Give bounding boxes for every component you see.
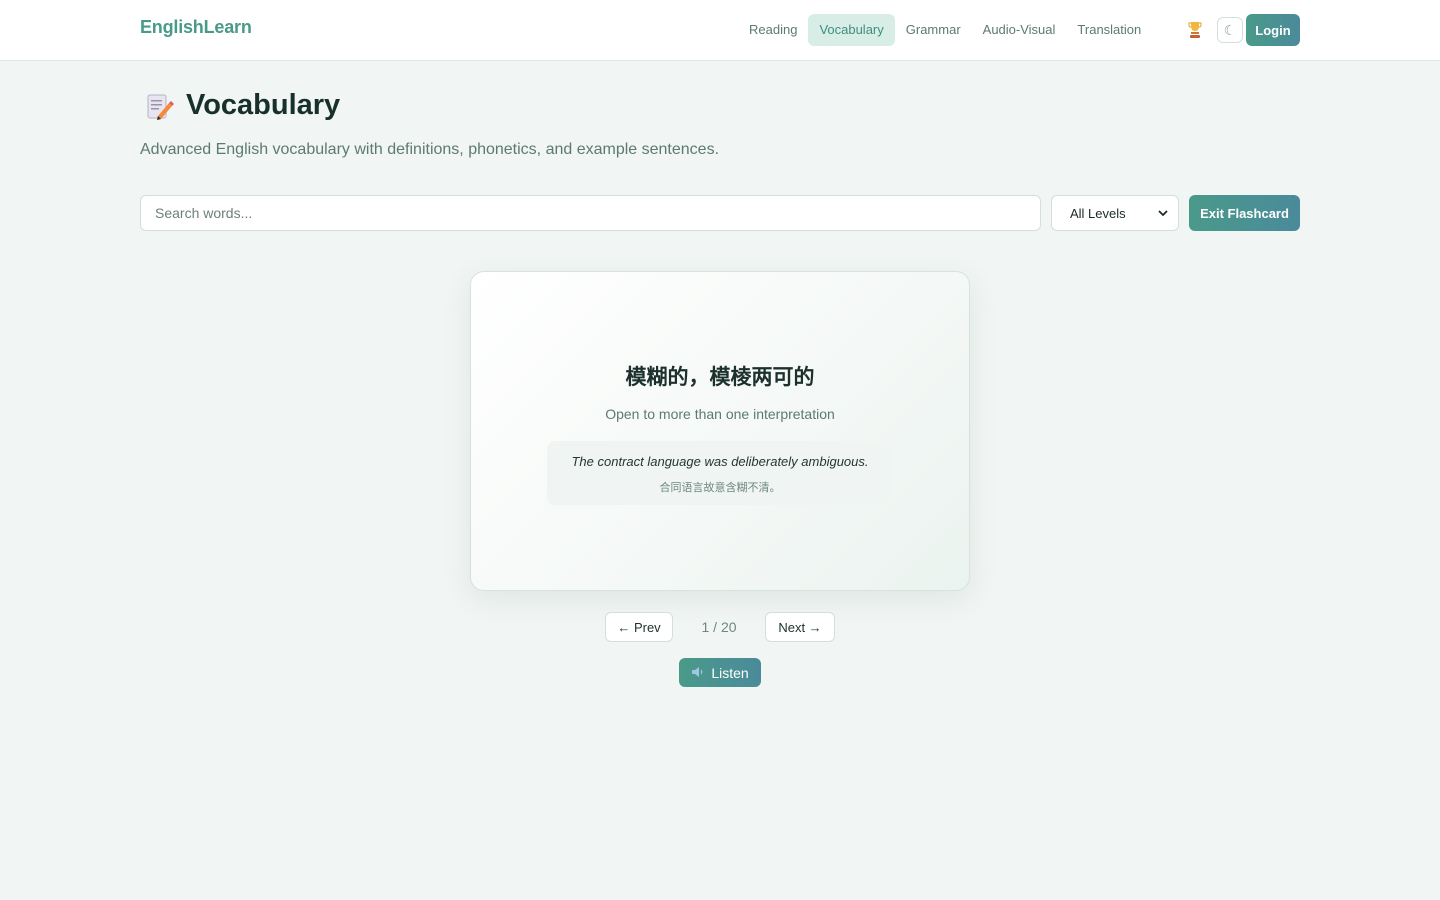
- flashcard-example: The contract language was deliberately a…: [547, 441, 893, 505]
- prev-button[interactable]: ← Prev: [605, 612, 673, 642]
- top-navbar: EnglishLearn Reading Vocabulary Grammar …: [0, 0, 1440, 61]
- brand-logo[interactable]: EnglishLearn: [140, 17, 252, 38]
- level-select[interactable]: All Levels: [1051, 195, 1179, 231]
- page-counter: 1 / 20: [701, 619, 737, 635]
- page-title: Vocabulary: [186, 89, 341, 121]
- search-input[interactable]: [140, 195, 1041, 231]
- moon-icon: ☾: [1223, 21, 1237, 38]
- flashcard-definition: Open to more than one interpretation: [605, 406, 835, 422]
- trophy-icon[interactable]: [1186, 20, 1204, 40]
- flashcard[interactable]: 模糊的，模棱两可的 Open to more than one interpre…: [470, 271, 970, 591]
- nav-link-vocabulary[interactable]: Vocabulary: [808, 14, 895, 46]
- theme-toggle-button[interactable]: ☾: [1217, 17, 1243, 43]
- exit-flashcard-button[interactable]: Exit Flashcard: [1189, 195, 1300, 231]
- listen-button[interactable]: Listen: [679, 658, 761, 687]
- nav-links: Reading Vocabulary Grammar Audio-Visual …: [738, 14, 1152, 46]
- nav-link-audio-visual[interactable]: Audio-Visual: [972, 14, 1067, 46]
- chevron-down-icon: [1158, 206, 1168, 221]
- next-button[interactable]: Next →: [765, 612, 835, 642]
- level-select-value: All Levels: [1070, 205, 1126, 221]
- memo-icon: [144, 92, 174, 122]
- page-subtitle: Advanced English vocabulary with definit…: [140, 141, 720, 158]
- example-sentence-en: The contract language was deliberately a…: [571, 454, 869, 469]
- listen-label: Listen: [711, 664, 749, 681]
- nav-link-translation[interactable]: Translation: [1066, 14, 1152, 46]
- flashcard-word: 模糊的，模棱两可的: [625, 366, 815, 389]
- nav-link-reading[interactable]: Reading: [738, 14, 808, 46]
- example-sentence-zh: 合同语言故意含糊不清。: [659, 482, 781, 494]
- login-button[interactable]: Login: [1246, 14, 1300, 46]
- nav-link-grammar[interactable]: Grammar: [895, 14, 972, 46]
- speaker-icon: [691, 665, 705, 681]
